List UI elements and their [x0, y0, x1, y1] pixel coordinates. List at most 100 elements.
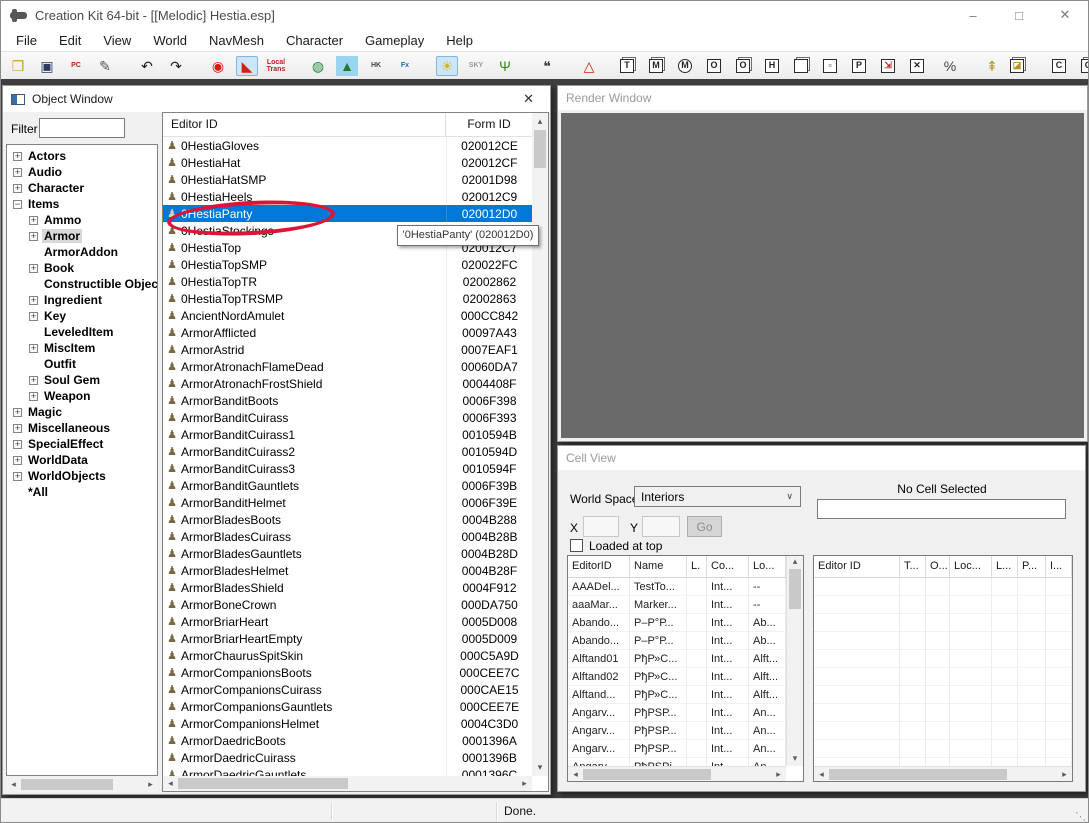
object-row-0hestiapanty[interactable]: ♟0HestiaPanty020012D0	[163, 205, 532, 222]
menu-file[interactable]: File	[5, 31, 48, 50]
marker-h-square-icon[interactable]: H	[765, 59, 779, 73]
menu-navmesh[interactable]: NavMesh	[198, 31, 275, 50]
loaded-at-top-checkbox[interactable]	[570, 539, 583, 552]
tree-item-miscellaneous[interactable]: +Miscellaneous	[7, 420, 157, 436]
cell-filter-input[interactable]	[817, 499, 1066, 519]
object-row-armorbriarheartempty[interactable]: ♟ArmorBriarHeartEmpty0005D009	[163, 630, 532, 647]
filter-input[interactable]	[39, 118, 125, 138]
expand-icon[interactable]: +	[13, 424, 22, 433]
portal-p-icon[interactable]: P	[852, 59, 866, 73]
snap-to-angle-icon[interactable]: ◣	[236, 56, 258, 76]
object-row-0hestiaheels[interactable]: ♟0HestiaHeels020012C9	[163, 188, 532, 205]
world-space-dropdown[interactable]: Interiors ∨	[634, 486, 801, 507]
tree-item-ingredient[interactable]: +Ingredient	[7, 292, 157, 308]
expand-icon[interactable]: +	[29, 312, 38, 321]
object-row-0hestiagloves[interactable]: ♟0HestiaGloves020012CE	[163, 137, 532, 154]
tree-item-constructible-objec[interactable]: Constructible Objec	[7, 276, 157, 292]
small-box-icon[interactable]: ▫	[823, 59, 837, 73]
tree-item-all[interactable]: *All	[7, 484, 157, 500]
tree-item-character[interactable]: +Character	[7, 180, 157, 196]
object-row-armorbladescuirass[interactable]: ♟ArmorBladesCuirass0004B28B	[163, 528, 532, 545]
cells-column-header-co[interactable]: Co...	[707, 556, 749, 577]
expand-icon[interactable]: +	[29, 376, 38, 385]
expand-icon[interactable]: +	[29, 232, 38, 241]
object-row-0hestiatoptrsmp[interactable]: ♟0HestiaTopTRSMP02002863	[163, 290, 532, 307]
list-horizontal-scrollbar[interactable]: ◂ ▸	[163, 776, 532, 791]
object-row-armorbladesboots[interactable]: ♟ArmorBladesBoots0004B288	[163, 511, 532, 528]
save-icon[interactable]: ▣	[36, 56, 58, 76]
tree-item-soul-gem[interactable]: +Soul Gem	[7, 372, 157, 388]
expand-icon[interactable]: +	[13, 440, 22, 449]
refs-column-header-t[interactable]: T...	[900, 556, 926, 577]
scroll-up-icon[interactable]: ▴	[788, 556, 803, 567]
local-transform-icon[interactable]: Local Trans	[265, 56, 287, 76]
cells-hscroll-thumb[interactable]	[583, 769, 711, 780]
water-fx-icon[interactable]: Fx	[394, 56, 416, 76]
object-row-ancientnordamulet[interactable]: ♟AncientNordAmulet000CC842	[163, 307, 532, 324]
tree-item-actors[interactable]: +Actors	[7, 148, 157, 164]
cells-column-header-name[interactable]: Name	[630, 556, 687, 577]
cell-row[interactable]: Abando...Р–Р°Р...Int...Ab...	[568, 632, 786, 650]
cell-row[interactable]: Abando...Р–Р°Р...Int...Ab...	[568, 614, 786, 632]
cell-row[interactable]: Angarv...РђРЅР...Int...An...	[568, 704, 786, 722]
render-window-title[interactable]: Render Window	[558, 86, 1087, 110]
marker-m-cube-icon[interactable]: M	[649, 59, 663, 73]
scroll-right-icon[interactable]: ▸	[143, 779, 158, 790]
tree-item-weapon[interactable]: +Weapon	[7, 388, 157, 404]
scroll-right-icon[interactable]: ▸	[1057, 769, 1072, 780]
collision-c-cube-icon[interactable]: C	[1081, 59, 1089, 73]
expand-icon[interactable]: +	[13, 184, 22, 193]
occlusion-o-cube-icon[interactable]: O	[736, 59, 750, 73]
tree-item-worldobjects[interactable]: +WorldObjects	[7, 468, 157, 484]
maximize-button[interactable]: □	[996, 1, 1042, 29]
object-row-armorbanditcuirass1[interactable]: ♟ArmorBanditCuirass10010594B	[163, 426, 532, 443]
expand-icon[interactable]: +	[29, 216, 38, 225]
object-row-armorbanditgauntlets[interactable]: ♟ArmorBanditGauntlets0006F39B	[163, 477, 532, 494]
go-button[interactable]: Go	[687, 516, 722, 537]
expand-icon[interactable]: +	[13, 472, 22, 481]
cell-row[interactable]: Alftand02РђР»С...Int...Alft...	[568, 668, 786, 686]
column-header-editor-id[interactable]: Editor ID	[163, 113, 446, 136]
tree-item-worlddata[interactable]: +WorldData	[7, 452, 157, 468]
tree-item-ammo[interactable]: +Ammo	[7, 212, 157, 228]
version-control-icon[interactable]: PC	[65, 56, 87, 76]
cells-column-header-lo[interactable]: Lo...	[749, 556, 786, 577]
snap-to-grid-icon[interactable]: ◉	[207, 56, 229, 76]
menu-gameplay[interactable]: Gameplay	[354, 31, 435, 50]
tree-item-audio[interactable]: +Audio	[7, 164, 157, 180]
expand-icon[interactable]: +	[13, 408, 22, 417]
object-row-armorbladesgauntlets[interactable]: ♟ArmorBladesGauntlets0004B28D	[163, 545, 532, 562]
cells-horizontal-scrollbar[interactable]: ◂ ▸	[568, 766, 786, 781]
menu-character[interactable]: Character	[275, 31, 354, 50]
cell-view-title[interactable]: Cell View	[558, 446, 1085, 470]
marker-m-circle-icon[interactable]: M	[678, 59, 692, 73]
refs-column-header-editor-id[interactable]: Editor ID	[814, 556, 900, 577]
grass-icon[interactable]: Ψ	[494, 56, 516, 76]
multibound-link-icon[interactable]: %	[939, 56, 961, 76]
tree-item-items[interactable]: −Items	[7, 196, 157, 212]
cell-row[interactable]: Angarv...РђРЅРі...Int...An...	[568, 758, 786, 766]
object-row-armorbonecrown[interactable]: ♟ArmorBoneCrown000DA750	[163, 596, 532, 613]
close-button[interactable]: ✕	[1042, 1, 1088, 29]
object-row-armorbanditcuirass2[interactable]: ♟ArmorBanditCuirass20010594D	[163, 443, 532, 460]
object-row-armorcompanionsboots[interactable]: ♟ArmorCompanionsBoots000CEE7C	[163, 664, 532, 681]
expand-icon[interactable]: +	[13, 456, 22, 465]
cells-column-header-l[interactable]: L.	[687, 556, 707, 577]
cell-row[interactable]: aaaMar...Marker...Int...--	[568, 596, 786, 614]
tree-horizontal-scrollbar[interactable]: ◂ ▸	[6, 777, 158, 792]
object-row-0hestiahat[interactable]: ♟0HestiaHat020012CF	[163, 154, 532, 171]
scroll-right-icon[interactable]: ▸	[517, 778, 532, 789]
open-icon[interactable]: ❒	[7, 56, 29, 76]
expand-icon[interactable]: +	[29, 264, 38, 273]
cell-row[interactable]: Alftand01РђР»С...Int...Alft...	[568, 650, 786, 668]
no-draw-icon[interactable]: ✕	[910, 59, 924, 73]
object-window-title-bar[interactable]: Object Window ✕	[3, 86, 550, 112]
cell-row[interactable]: AAADel...TestTo...Int...--	[568, 578, 786, 596]
refs-hscroll-thumb[interactable]	[829, 769, 1007, 780]
object-row-0hestiatopsmp[interactable]: ♟0HestiaTopSMP020022FC	[163, 256, 532, 273]
object-row-armorbladeshelmet[interactable]: ♟ArmorBladesHelmet0004B28F	[163, 562, 532, 579]
object-row-0hestiatoptr[interactable]: ♟0HestiaTopTR02002862	[163, 273, 532, 290]
light-cone-icon[interactable]: ⇞	[981, 56, 1003, 76]
list-vscroll-thumb[interactable]	[534, 130, 546, 168]
expand-icon[interactable]: +	[29, 392, 38, 401]
